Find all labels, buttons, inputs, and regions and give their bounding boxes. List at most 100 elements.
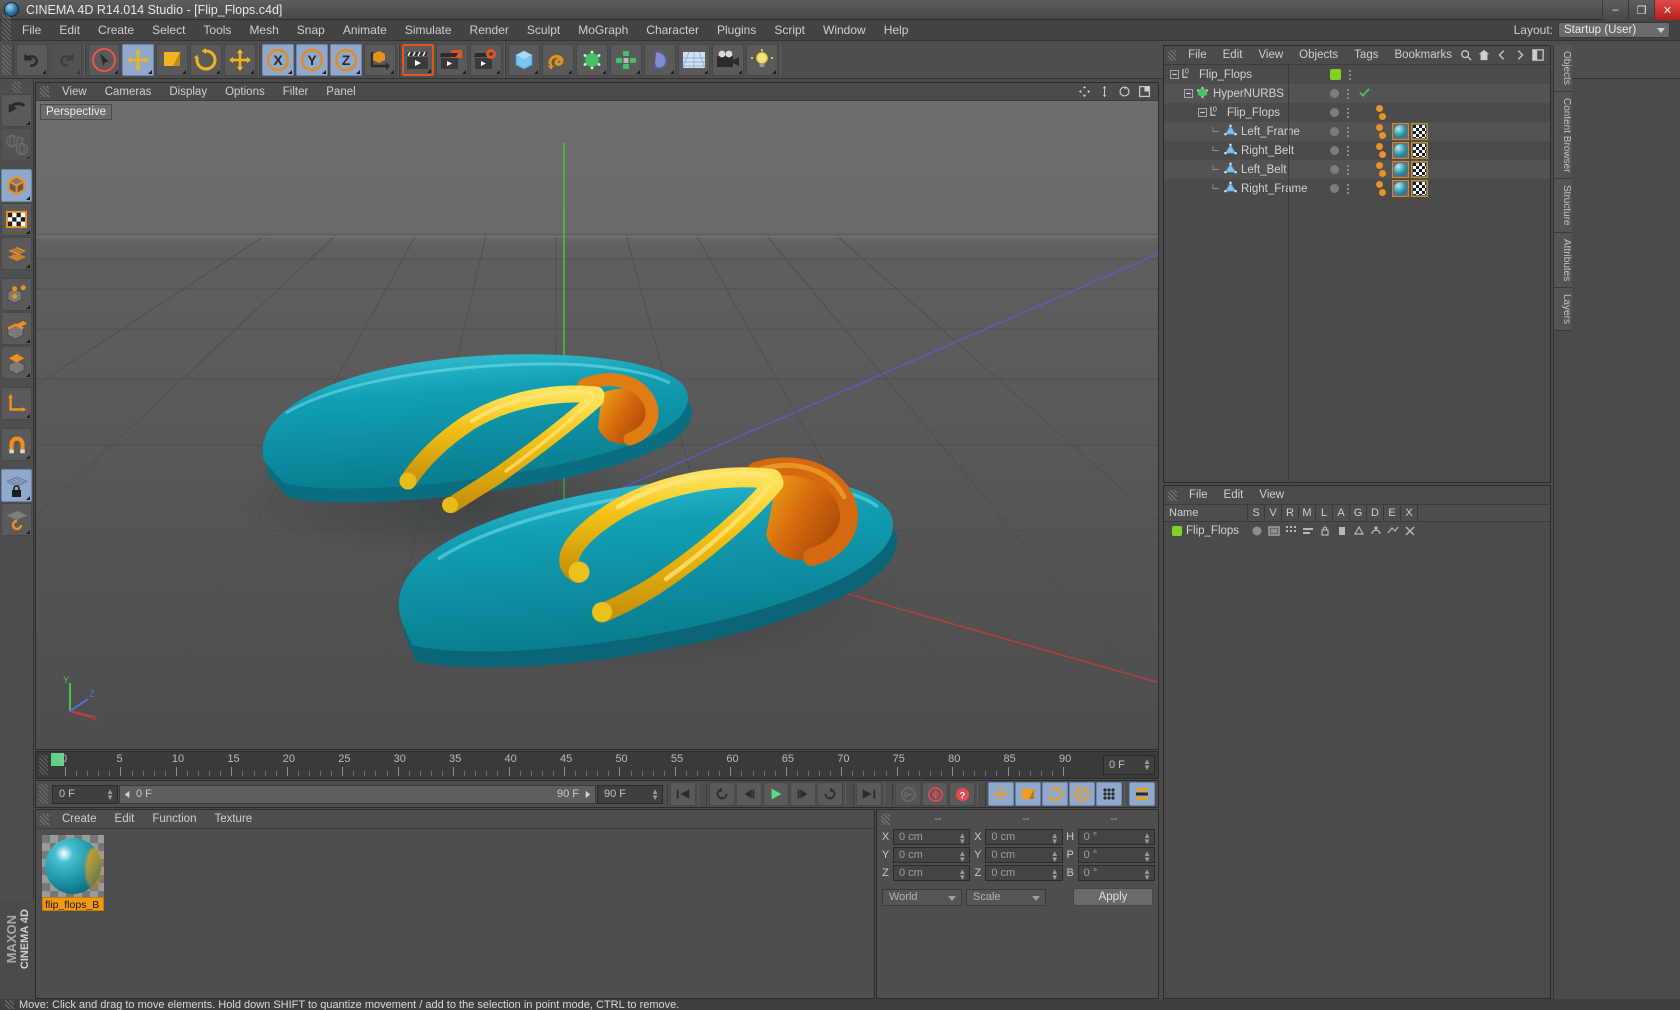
object-name-cell[interactable]: 0 Flip_Flops <box>1164 67 1326 83</box>
lock-icon[interactable] <box>1316 525 1333 537</box>
object-menu-objects[interactable]: Objects <box>1291 46 1346 65</box>
global-local-coordinates-button[interactable] <box>1 128 32 161</box>
deformers-icon[interactable] <box>1367 525 1384 537</box>
position-key-button[interactable] <box>988 782 1014 806</box>
panel-icon[interactable] <box>1532 49 1544 61</box>
layer-row[interactable]: Flip_Flops <box>1164 522 1550 540</box>
redo-button[interactable] <box>50 43 82 76</box>
layout-dropdown[interactable]: Startup (User) <box>1558 22 1670 38</box>
keyframe-selection-button[interactable]: ? <box>949 782 975 806</box>
move-extra-button[interactable] <box>224 43 256 76</box>
object-name-cell[interactable]: Right_Belt <box>1164 143 1326 159</box>
x-axis-button[interactable]: X <box>262 43 294 76</box>
rotation-h-input[interactable]: 0 ° ▲ ▼ <box>1077 829 1155 846</box>
rotation-key-button[interactable] <box>1042 782 1068 806</box>
object-label[interactable]: Right_Frame <box>1241 183 1307 195</box>
dock-tab-structure[interactable]: Structure <box>1554 179 1572 233</box>
uvw-tag-icon[interactable] <box>1411 123 1428 140</box>
object-row[interactable]: 0 Flip_Flops <box>1164 103 1550 122</box>
object-tags[interactable] <box>1376 161 1428 178</box>
object-dots-icon[interactable] <box>1347 126 1349 137</box>
tag-dots[interactable] <box>1376 162 1386 177</box>
menu-item-tools[interactable]: Tools <box>194 20 240 41</box>
object-menu-edit[interactable]: Edit <box>1215 46 1251 65</box>
object-row[interactable]: Left_Frame <box>1164 122 1550 141</box>
menu-item-window[interactable]: Window <box>814 20 875 41</box>
timeline-grip[interactable] <box>39 755 48 775</box>
layer-menu-edit[interactable]: Edit <box>1216 486 1252 505</box>
move-tool-button[interactable] <box>122 43 154 76</box>
material-menu-grip[interactable] <box>40 813 49 825</box>
left-toolbar-grip[interactable] <box>12 81 21 93</box>
close-button[interactable]: ✕ <box>1654 0 1680 20</box>
layer-menu-grip[interactable] <box>1168 489 1177 501</box>
visible-icon[interactable] <box>1265 525 1282 537</box>
scale-key-button[interactable] <box>1015 782 1041 806</box>
render-icon[interactable] <box>1282 525 1299 537</box>
position-y-input[interactable]: 0 cm ▲ ▼ <box>893 847 971 864</box>
object-visibility-dots[interactable] <box>1330 69 1372 80</box>
autokeying-button[interactable] <box>922 782 948 806</box>
status-grip[interactable] <box>5 1000 14 1009</box>
position-x-input[interactable]: 0 cm ▲ ▼ <box>893 829 971 846</box>
object-menu-bookmarks[interactable]: Bookmarks <box>1386 46 1460 65</box>
play-button[interactable] <box>763 782 789 806</box>
menu-item-select[interactable]: Select <box>143 20 194 41</box>
position-z-input[interactable]: 0 cm ▲ ▼ <box>893 865 971 882</box>
material-menu-edit[interactable]: Edit <box>106 810 144 829</box>
tag-dots[interactable] <box>1376 181 1386 196</box>
menu-item-file[interactable]: File <box>13 20 50 41</box>
floor-environment-button[interactable] <box>678 43 710 76</box>
spinner-icon[interactable]: ▲ ▼ <box>1051 868 1059 882</box>
object-row[interactable]: Right_Belt <box>1164 141 1550 160</box>
size-y-input[interactable]: 0 cm ▲ ▼ <box>985 847 1063 864</box>
object-row[interactable]: HyperNURBS <box>1164 84 1550 103</box>
object-name-cell[interactable]: Right_Frame <box>1164 181 1326 197</box>
viewport-menu-options[interactable]: Options <box>216 83 274 101</box>
pan-icon[interactable] <box>1078 85 1091 98</box>
object-label[interactable]: HyperNURBS <box>1213 88 1284 100</box>
menu-item-help[interactable]: Help <box>875 20 918 41</box>
menu-item-create[interactable]: Create <box>89 20 143 41</box>
perspective-viewport[interactable]: View Cameras Display Options Filter Panel Per… <box>35 82 1159 750</box>
previous-keyframe-button[interactable] <box>709 782 735 806</box>
material-menu-function[interactable]: Function <box>143 810 205 829</box>
chevron-left-icon[interactable] <box>1496 49 1508 61</box>
object-label[interactable]: Left_Frame <box>1241 126 1300 138</box>
object-tags[interactable] <box>1376 180 1428 197</box>
coordinates-grip[interactable] <box>881 813 890 825</box>
expand-toggle-icon[interactable] <box>1170 68 1179 82</box>
object-visibility-dots[interactable] <box>1330 87 1372 101</box>
range-right-handle-icon[interactable] <box>583 790 592 799</box>
next-keyframe-button[interactable] <box>817 782 843 806</box>
object-menu-view[interactable]: View <box>1250 46 1291 65</box>
material-menu-texture[interactable]: Texture <box>205 810 261 829</box>
size-x-input[interactable]: 0 cm ▲ ▼ <box>985 829 1063 846</box>
object-visibility-dots[interactable] <box>1330 183 1372 194</box>
go-to-end-button[interactable] <box>856 782 882 806</box>
timeline-track[interactable]: 0 5 10 15 20 25 30 35 40 45 50 55 60 65 70 75 80 85 90 <box>51 752 1103 778</box>
rotation-p-input[interactable]: 0 ° ▲ ▼ <box>1077 847 1155 864</box>
layer-color-swatch[interactable] <box>1330 69 1341 80</box>
generators-icon[interactable] <box>1350 525 1367 537</box>
expressions-icon[interactable] <box>1384 525 1401 537</box>
light-button[interactable] <box>746 43 778 76</box>
spinner-icon[interactable]: ▲ ▼ <box>958 868 966 882</box>
apply-button[interactable]: Apply <box>1073 888 1153 906</box>
menu-item-plugins[interactable]: Plugins <box>708 20 765 41</box>
menu-item-script[interactable]: Script <box>765 20 814 41</box>
render-view-button[interactable] <box>402 43 434 76</box>
parameter-key-button[interactable]: P <box>1069 782 1095 806</box>
visibility-dot[interactable] <box>1330 184 1339 193</box>
orbit-icon[interactable] <box>1118 85 1131 98</box>
spinner-icon[interactable]: ▲ ▼ <box>1143 832 1151 846</box>
world-object-axis-button[interactable] <box>364 43 396 76</box>
viewport-menu-cameras[interactable]: Cameras <box>96 83 161 101</box>
edges-mode-button[interactable] <box>1 312 32 345</box>
uvw-tag-icon[interactable] <box>1411 180 1428 197</box>
z-axis-button[interactable]: Z <box>330 43 362 76</box>
dolly-icon[interactable] <box>1098 85 1111 98</box>
visibility-dot[interactable] <box>1330 146 1339 155</box>
rotate-tool-button[interactable] <box>190 43 222 76</box>
search-icon[interactable] <box>1460 49 1472 61</box>
